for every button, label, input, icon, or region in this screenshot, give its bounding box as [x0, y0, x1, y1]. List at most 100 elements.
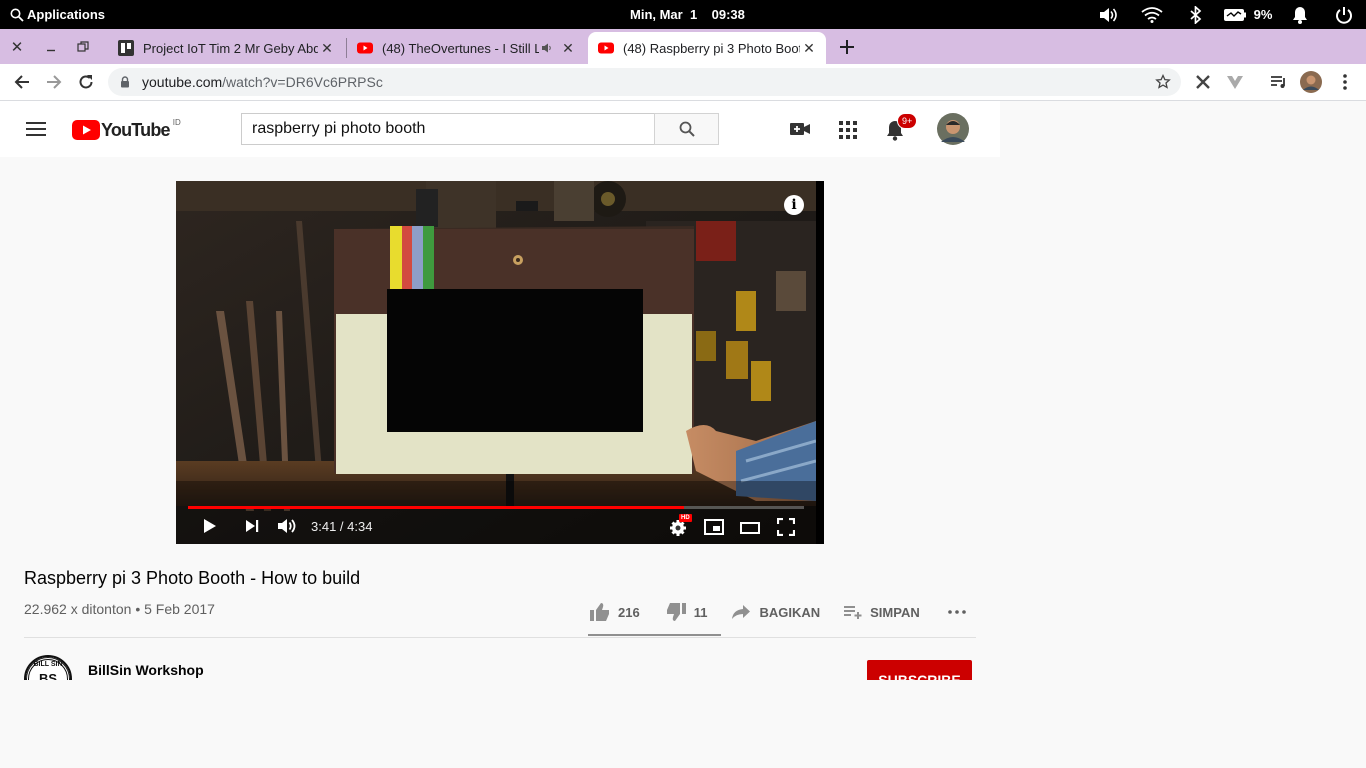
wifi-icon[interactable] [1130, 0, 1174, 29]
tab-audio-icon[interactable] [541, 43, 553, 53]
video-player[interactable]: i 3:41 / 4:34 HD [176, 181, 816, 544]
notifications-button[interactable]: 9+ [886, 113, 918, 146]
current-time: 3:41 [311, 519, 337, 534]
theater-mode-button[interactable] [740, 521, 760, 539]
tab-title: (48) TheOvertunes - I Still Lo [382, 40, 539, 56]
miniplayer-button[interactable] [704, 519, 724, 540]
bookmark-star-icon[interactable] [1155, 74, 1171, 90]
tab-title: Project IoT Tim 2 Mr Geby Abdal [143, 40, 318, 56]
tab-separator [346, 38, 347, 58]
more-actions-button[interactable] [947, 610, 966, 614]
account-avatar[interactable] [937, 113, 969, 150]
window-close-icon[interactable]: ✕ [1, 29, 33, 64]
apps-grid-icon[interactable] [839, 121, 857, 144]
search-icon [679, 121, 695, 137]
youtube-logo[interactable]: YouTube ID [72, 118, 181, 140]
hd-badge-icon: HD [679, 514, 692, 522]
plus-icon [840, 39, 854, 54]
url-text: youtube.com/watch?v=DR6Vc6PRPSc [142, 74, 383, 90]
progress-bar-played [188, 506, 685, 509]
youtube-play-logo-icon [72, 120, 100, 140]
channel-avatar[interactable]: BILL SIN BS [24, 655, 72, 680]
tab-close-icon[interactable]: ✕ [318, 40, 336, 57]
sentiment-bar [588, 634, 721, 636]
address-bar[interactable]: youtube.com/watch?v=DR6Vc6PRPSc [108, 68, 1181, 96]
battery-indicator[interactable]: 9% [1218, 0, 1278, 29]
channel-name[interactable]: BillSin Workshop [88, 662, 204, 678]
create-video-icon[interactable] [790, 121, 810, 142]
mute-button[interactable] [277, 517, 297, 540]
playlist-add-icon [844, 606, 862, 619]
applications-menu[interactable]: Applications [10, 7, 105, 22]
meta-separator: • [135, 601, 145, 617]
channel-avatar-text: BILL SIN [33, 661, 63, 668]
browser-menu-icon[interactable] [1331, 64, 1359, 100]
power-icon[interactable] [1322, 0, 1366, 29]
notifications-bell-icon[interactable] [1278, 0, 1322, 29]
reload-button[interactable] [72, 64, 100, 100]
tab-theovertunes[interactable]: (48) TheOvertunes - I Still Lo ✕ [349, 32, 585, 64]
tab-raspberry-pi-active[interactable]: (48) Raspberry pi 3 Photo Booth ✕ [588, 32, 826, 64]
search-input[interactable]: raspberry pi photo booth [241, 113, 655, 145]
youtube-masthead: YouTube ID raspberry pi photo booth 9+ [0, 101, 1000, 157]
back-button[interactable] [8, 64, 36, 100]
window-restore-icon[interactable] [67, 29, 99, 64]
trello-icon [118, 40, 134, 56]
url-host: youtube.com [142, 74, 223, 90]
arrow-left-icon [14, 75, 29, 89]
subscribe-button[interactable]: SUBSCRIBE [867, 660, 972, 680]
dislike-button[interactable]: 11 [666, 603, 708, 621]
tab-strip: ✕ Project IoT Tim 2 Mr Geby Abdal ✕ (48)… [0, 29, 1366, 64]
playlist-icon[interactable] [1265, 64, 1293, 100]
clock[interactable]: Min, Mar 1 09:38 [630, 7, 745, 22]
bluetooth-icon[interactable] [1174, 0, 1218, 29]
save-button[interactable]: SIMPAN [844, 605, 920, 620]
tab-project-iot[interactable]: Project IoT Tim 2 Mr Geby Abdal ✕ [110, 32, 344, 64]
video-actions: 216 11 BAGIKAN SIMPAN [590, 598, 966, 626]
search-button[interactable] [654, 113, 719, 145]
time-display: 3:41 / 4:34 [311, 519, 373, 534]
info-card-icon[interactable]: i [784, 195, 804, 215]
battery-icon [1223, 8, 1246, 21]
tab-close-icon[interactable]: ✕ [559, 40, 577, 57]
battery-percent: 9% [1253, 7, 1273, 22]
volume-icon [278, 519, 296, 533]
dislike-count: 11 [693, 604, 708, 620]
share-label: BAGIKAN [759, 604, 821, 620]
url-path: /watch?v=DR6Vc6PRPSc [222, 74, 383, 90]
share-button[interactable]: BAGIKAN [731, 604, 820, 620]
like-button[interactable]: 216 [590, 603, 640, 621]
thumbs-up-icon [590, 603, 609, 621]
upload-date: 5 Feb 2017 [144, 601, 215, 617]
play-icon [204, 519, 216, 533]
youtube-icon [357, 42, 373, 54]
like-count: 216 [618, 604, 640, 620]
lock-icon [121, 76, 129, 88]
thumbs-down-icon [666, 603, 686, 621]
video-title: Raspberry pi 3 Photo Booth - How to buil… [24, 568, 361, 588]
play-button[interactable] [203, 518, 217, 539]
profile-avatar[interactable] [1297, 64, 1325, 100]
tab-close-icon[interactable]: ✕ [800, 40, 818, 57]
extension-x-icon[interactable] [1189, 64, 1217, 100]
browser-toolbar: youtube.com/watch?v=DR6Vc6PRPSc [0, 64, 1366, 101]
video-meta: 22.962 x ditonton • 5 Feb 2017 [24, 601, 215, 617]
region-code: ID [172, 118, 181, 127]
fullscreen-button[interactable] [776, 517, 796, 541]
next-button[interactable] [245, 519, 259, 538]
arrow-right-icon [47, 75, 62, 89]
new-tab-button[interactable] [836, 29, 858, 64]
settings-button[interactable]: HD [669, 514, 692, 542]
hamburger-menu-icon[interactable] [26, 121, 46, 142]
share-icon [732, 605, 751, 619]
extension-vue-icon[interactable] [1221, 64, 1249, 100]
channel-row: BILL SIN BS BillSin Workshop SUBSCRIBE [0, 638, 1000, 680]
forward-button[interactable] [40, 64, 68, 100]
video-frame [176, 181, 816, 544]
miniplayer-icon [704, 519, 724, 535]
window-minimize-icon[interactable] [35, 29, 67, 64]
volume-icon[interactable] [1086, 0, 1130, 29]
fullscreen-icon [776, 517, 796, 537]
reload-icon [79, 75, 93, 89]
system-top-bar: Applications Min, Mar 1 09:38 9% [0, 0, 1366, 29]
